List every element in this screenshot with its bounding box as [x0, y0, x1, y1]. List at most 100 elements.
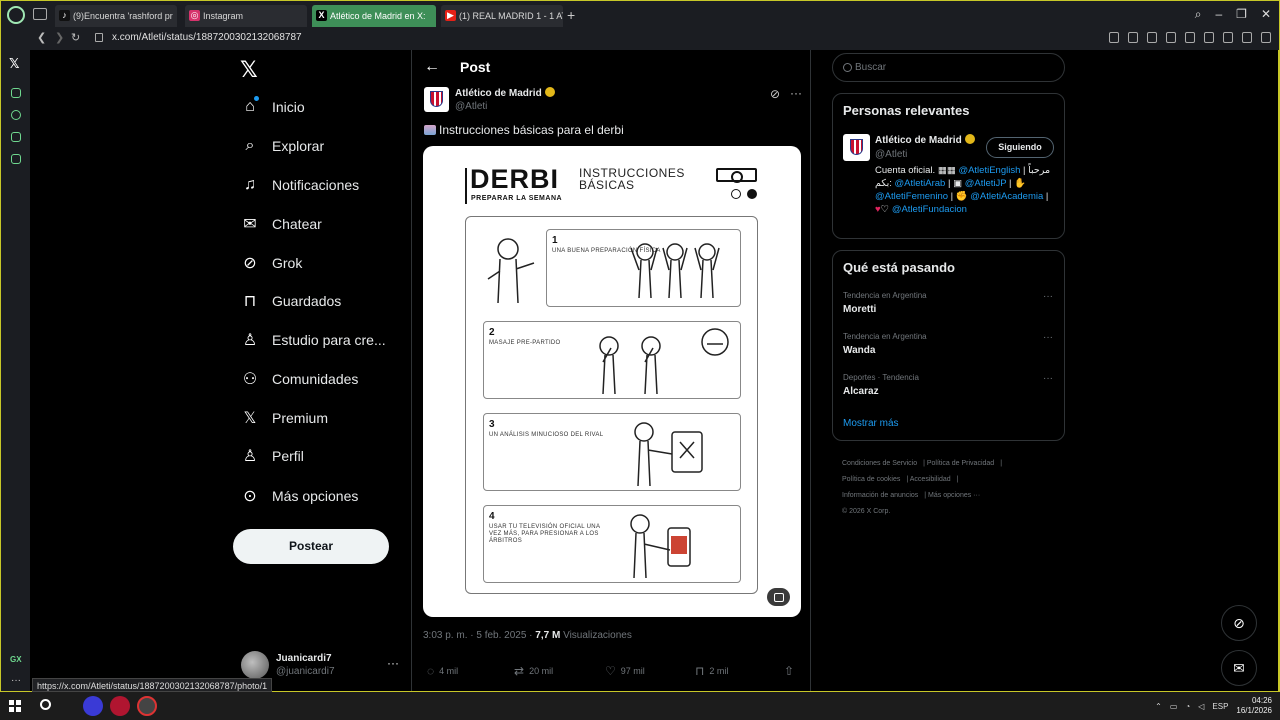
maximize-icon[interactable]: ❐ — [1236, 7, 1247, 22]
more-icon[interactable]: ··· — [387, 656, 399, 670]
avatar — [241, 651, 269, 679]
repost-button[interactable]: ⇄ 20 mil — [514, 664, 553, 678]
search-input[interactable]: Buscar — [832, 53, 1065, 82]
back-icon[interactable]: ❮ — [37, 31, 46, 44]
media-options-icon[interactable] — [767, 588, 790, 606]
tab-instagram[interactable]: ◎ Instagram — [185, 5, 307, 27]
clock[interactable]: 04:26 16/1/2026 — [1236, 696, 1272, 716]
sidebar-app-icon[interactable] — [11, 88, 21, 98]
forward-icon[interactable]: ❯ — [55, 31, 64, 44]
messages-fab-button[interactable]: ✉ — [1221, 650, 1257, 686]
bio-link[interactable]: @AtletiFundacion — [892, 204, 967, 215]
bio-link[interactable]: @AtletiAcademia — [970, 191, 1043, 202]
footer-link[interactable]: Información de anuncios — [842, 492, 918, 499]
close-icon[interactable]: ✕ — [1261, 7, 1271, 22]
nav-item-mas-opciones[interactable]: ⊙ Más opciones — [240, 482, 358, 510]
grok-icon[interactable]: ⊘ — [770, 87, 780, 101]
nav-item-comunidades[interactable]: ⚇ Comunidades — [240, 365, 359, 393]
wallet-icon[interactable] — [1223, 32, 1233, 43]
tab-manager-icon[interactable] — [33, 8, 47, 20]
settings-icon[interactable] — [11, 154, 21, 164]
relevant-handle[interactable]: @Atleti — [875, 149, 907, 160]
opera-gx-app-icon[interactable] — [110, 696, 130, 716]
language-indicator[interactable]: ESP — [1212, 702, 1228, 711]
search-icon[interactable]: ⌕ — [1195, 7, 1202, 22]
more-icon[interactable]: ··· — [11, 675, 21, 686]
trend-item[interactable]: Tendencia en Argentina Moretti ··· — [843, 291, 1053, 315]
author-name-row[interactable]: Atlético de Madrid — [455, 87, 555, 99]
bio-link[interactable]: @AtletiFemenino — [875, 191, 948, 202]
more-icon[interactable]: ··· — [1043, 291, 1053, 302]
footer-link[interactable]: Más opciones ··· — [928, 492, 980, 499]
windows-start-icon[interactable] — [9, 700, 21, 712]
extensions-icon[interactable] — [1204, 32, 1214, 43]
lock-icon[interactable] — [95, 33, 103, 42]
bio-link[interactable]: @AtletiJP — [965, 178, 1007, 189]
like-button[interactable]: ♡ 97 mil — [605, 664, 645, 678]
play-icon[interactable] — [1166, 32, 1176, 43]
network-icon[interactable]: ◔ — [1185, 702, 1190, 711]
footer-link[interactable]: Política de cookies — [842, 476, 900, 483]
extensions-icon[interactable] — [11, 132, 21, 142]
post-timestamp[interactable]: 3:03 p. m. · 5 feb. 2025 · — [423, 630, 533, 641]
tab-youtube[interactable]: ▶ (1) REAL MADRID 1 - 1 ATL — [441, 5, 563, 27]
nav-item-notificaciones[interactable]: ♫ Notificaciones — [240, 171, 359, 199]
bio-link[interactable]: @AtletiArab — [895, 178, 946, 189]
download-icon[interactable] — [1242, 32, 1252, 43]
nav-item-estudio[interactable]: ♙ Estudio para cre... — [240, 326, 386, 354]
share-button[interactable]: ⇧ — [784, 664, 799, 678]
reply-button[interactable]: ◌ 4 mil — [427, 664, 458, 678]
clock-date: 16/1/2026 — [1236, 706, 1272, 715]
nav-item-perfil[interactable]: ♙ Perfil — [240, 442, 304, 470]
gx-corner-label[interactable]: GX — [10, 655, 22, 664]
following-button[interactable]: Siguiendo — [986, 137, 1054, 158]
search-icon[interactable] — [40, 699, 51, 710]
heart-icon[interactable] — [1185, 32, 1195, 43]
reload-icon[interactable]: ↻ — [71, 31, 80, 44]
x-shortcut-icon[interactable]: 𝕏 — [9, 56, 19, 72]
footer-link[interactable]: Condiciones de Servicio — [842, 460, 917, 467]
nav-item-grok[interactable]: ⊘ Grok — [240, 249, 302, 277]
back-arrow-icon[interactable]: ← — [424, 58, 440, 76]
chevron-up-icon[interactable]: ⌃ — [1155, 702, 1162, 711]
x-logo-icon[interactable]: 𝕏 — [240, 57, 258, 83]
footer-link[interactable]: Política de Privacidad — [927, 460, 994, 467]
footer-link[interactable]: Accesibilidad — [910, 476, 951, 483]
grok-fab-button[interactable]: ⊘ — [1221, 605, 1257, 641]
pin-icon[interactable] — [1109, 32, 1119, 43]
new-tab-button[interactable]: + — [567, 7, 575, 23]
trend-item[interactable]: Deportes · Tendencia Alcaraz ··· — [843, 373, 1053, 397]
battery-icon[interactable]: ▭ — [1170, 702, 1178, 711]
show-more-link[interactable]: Mostrar más — [843, 418, 899, 429]
volume-icon[interactable]: ◁ — [1198, 702, 1204, 711]
tab-tiktok[interactable]: ♪ (9)Encuentra 'rashford pr — [55, 5, 177, 27]
snapshot-icon[interactable] — [1128, 32, 1138, 43]
author-handle[interactable]: @Atleti — [455, 101, 487, 112]
tab-atletico-x[interactable]: X Atlético de Madrid en X: — [312, 5, 436, 27]
more-icon[interactable]: ··· — [1043, 373, 1053, 384]
more-icon[interactable]: ··· — [1043, 332, 1053, 343]
nav-item-guardados[interactable]: ⊓ Guardados — [240, 287, 342, 315]
bookmark-icon: ⊓ — [695, 664, 705, 678]
author-avatar[interactable] — [424, 87, 449, 112]
shield-icon[interactable] — [1147, 32, 1157, 43]
nav-item-inicio[interactable]: ⌂ Inicio — [240, 93, 305, 121]
bio-link[interactable]: @AtletiEnglish — [958, 165, 1020, 176]
nav-item-chatear[interactable]: ✉ Chatear — [240, 210, 322, 238]
trend-item[interactable]: Tendencia en Argentina Wanda ··· — [843, 332, 1053, 356]
relevant-name-row[interactable]: Atlético de Madrid — [875, 134, 975, 146]
opera-gx-logo-icon[interactable] — [7, 6, 25, 24]
relevant-avatar[interactable] — [843, 134, 870, 161]
bookmark-button[interactable]: ⊓ 2 mil — [695, 664, 728, 678]
nav-item-explorar[interactable]: ⌕ Explorar — [240, 132, 325, 160]
discord-app-icon[interactable] — [83, 696, 103, 716]
more-icon[interactable]: ··· — [790, 86, 802, 100]
app-icon[interactable] — [137, 696, 157, 716]
menu-icon[interactable] — [1261, 32, 1271, 43]
post-image[interactable]: DERBI INSTRUCCIONES BÁSICAS PREPARAR LA … — [423, 146, 801, 617]
post-button[interactable]: Postear — [233, 529, 389, 564]
nav-item-premium[interactable]: 𝕏 Premium — [240, 404, 328, 432]
url-field[interactable]: x.com/Atleti/status/1887200302132068787 — [112, 32, 302, 43]
minimize-icon[interactable]: – — [1215, 7, 1222, 22]
history-icon[interactable] — [11, 110, 21, 120]
